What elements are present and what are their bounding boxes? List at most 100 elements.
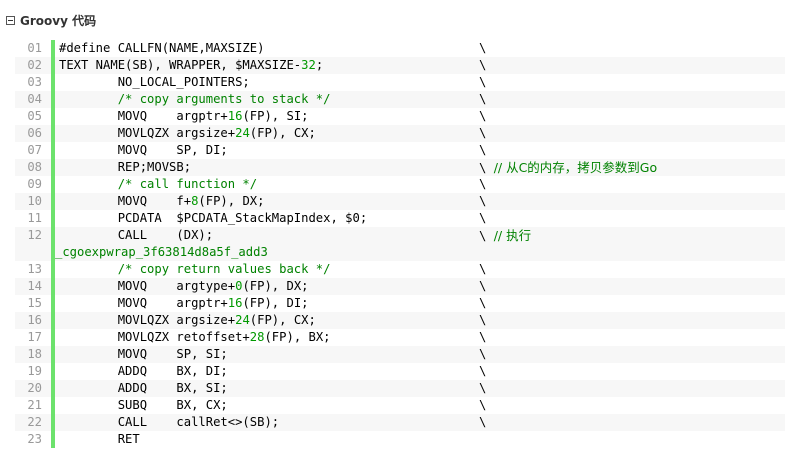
- code-line: 20 ADDQ BX, SI; \: [15, 380, 785, 397]
- line-number: 02: [15, 57, 51, 74]
- code-text: ADDQ BX, SI; \: [55, 380, 785, 397]
- code-content: MOVQ argptr+16(FP), SI;: [59, 109, 309, 123]
- code-text: MOVQ argtype+0(FP), DX; \: [55, 278, 785, 295]
- line-continuation: \: [479, 177, 487, 191]
- code-line: 06 MOVLQZX argsize+24(FP), CX; \: [15, 125, 785, 142]
- line-number: 04: [15, 91, 51, 108]
- code-text: SUBQ BX, CX; \: [55, 397, 785, 414]
- code-text: MOVQ argptr+16(FP), DI; \: [55, 295, 785, 312]
- line-number: 14: [15, 278, 51, 295]
- wrapped-code-content: _cgoexpwrap_3f63814d8a5f_add3: [55, 245, 268, 259]
- code-content: SUBQ BX, CX;: [59, 398, 228, 412]
- line-number: 15: [27, 296, 42, 310]
- code-content: MOVLQZX argsize+24(FP), CX;: [59, 126, 316, 140]
- line-continuation: \: [479, 313, 487, 327]
- line-number: 12: [15, 227, 51, 261]
- code-text: MOVLQZX retoffset+28(FP), BX; \: [55, 329, 785, 346]
- line-number: 20: [15, 380, 51, 397]
- code-line: 22 CALL callRet<>(SB); \: [15, 414, 785, 431]
- line-number: 23: [27, 432, 42, 446]
- code-header: Groovy 代码: [6, 11, 96, 29]
- code-content: REP;MOVSB;: [59, 160, 192, 174]
- code-content: CALL callRet<>(SB);: [59, 415, 280, 429]
- line-continuation: \: [479, 279, 487, 293]
- code-text: REP;MOVSB; \ // 从C的内存，拷贝参数到Go: [55, 159, 785, 176]
- code-text: /* call function */ \: [55, 176, 785, 193]
- code-text: RET: [55, 431, 785, 448]
- code-content: /* copy arguments to stack */: [59, 92, 331, 106]
- code-line: 07 MOVQ SP, DI; \: [15, 142, 785, 159]
- code-line: 18 MOVQ SP, SI; \: [15, 346, 785, 363]
- code-line: 23 RET: [15, 431, 785, 448]
- code-content: MOVQ argptr+16(FP), DI;: [59, 296, 309, 310]
- code-content: ADDQ BX, SI;: [59, 381, 228, 395]
- code-content: MOVQ f+8(FP), DX;: [59, 194, 265, 208]
- line-continuation: \ // 执行: [479, 228, 532, 243]
- code-content: ADDQ BX, DI;: [59, 364, 228, 378]
- code-content: MOVQ argtype+0(FP), DX;: [59, 279, 309, 293]
- line-continuation: \: [479, 296, 487, 310]
- code-line: 03 NO_LOCAL_POINTERS; \: [15, 74, 785, 91]
- line-number: 18: [15, 346, 51, 363]
- code-line: 09 /* call function */ \: [15, 176, 785, 193]
- line-continuation: \: [479, 109, 487, 123]
- code-content: MOVLQZX retoffset+28(FP), BX;: [59, 330, 331, 344]
- code-text: CALL callRet<>(SB); \: [55, 414, 785, 431]
- line-continuation: \: [479, 262, 487, 276]
- line-number: 08: [15, 159, 51, 176]
- line-number: 13: [27, 262, 42, 276]
- code-line: 10 MOVQ f+8(FP), DX; \: [15, 193, 785, 210]
- line-number: 11: [27, 211, 42, 225]
- line-continuation: \: [479, 381, 487, 395]
- code-line: 17 MOVLQZX retoffset+28(FP), BX; \: [15, 329, 785, 346]
- line-continuation: \: [479, 194, 487, 208]
- code-content: CALL (DX);: [59, 228, 214, 242]
- code-line: 01 #define CALLFN(NAME,MAXSIZE) \: [15, 40, 785, 57]
- line-number: 17: [27, 330, 42, 344]
- line-number: 19: [27, 364, 42, 378]
- line-number: 03: [27, 75, 42, 89]
- line-number: 09: [27, 177, 42, 191]
- code-content: MOVQ SP, SI;: [59, 347, 228, 361]
- line-number: 16: [15, 312, 51, 329]
- line-number: 21: [27, 398, 42, 412]
- line-continuation: \: [479, 58, 487, 72]
- line-continuation: \: [479, 126, 487, 140]
- line-continuation: \ // 从C的内存，拷贝参数到Go: [479, 160, 658, 175]
- code-text: MOVLQZX argsize+24(FP), CX; \: [55, 312, 785, 329]
- line-number: 07: [27, 143, 42, 157]
- code-line: 14 MOVQ argtype+0(FP), DX; \: [15, 278, 785, 295]
- code-line: 08 REP;MOVSB; \ // 从C的内存，拷贝参数到Go: [15, 159, 785, 176]
- line-continuation: \: [479, 75, 487, 89]
- code-text: MOVQ argptr+16(FP), SI; \: [55, 108, 785, 125]
- code-text: MOVLQZX argsize+24(FP), CX; \: [55, 125, 785, 142]
- line-continuation: \: [479, 415, 487, 429]
- code-text: TEXT NAME(SB), WRAPPER, $MAXSIZE-32; \: [55, 57, 785, 74]
- line-continuation: \: [479, 41, 487, 55]
- code-line: 21 SUBQ BX, CX; \: [15, 397, 785, 414]
- code-text: MOVQ f+8(FP), DX; \: [55, 193, 785, 210]
- code-line: 12 CALL (DX); \ // 执行 _cgoexpwrap_3f63814d…: [15, 227, 785, 261]
- code-content: /* call function */: [59, 177, 258, 191]
- code-text: MOVQ SP, DI; \: [55, 142, 785, 159]
- code-content: MOVLQZX argsize+24(FP), CX;: [59, 313, 316, 327]
- code-line: 02 TEXT NAME(SB), WRAPPER, $MAXSIZE-32; \: [15, 57, 785, 74]
- line-continuation: \: [479, 398, 487, 412]
- code-text: CALL (DX); \ // 执行 _cgoexpwrap_3f63814d8a5…: [55, 227, 785, 261]
- code-line: 05 MOVQ argptr+16(FP), SI; \: [15, 108, 785, 125]
- line-continuation: \: [479, 143, 487, 157]
- line-number: 22: [15, 414, 51, 431]
- code-content: NO_LOCAL_POINTERS;: [59, 75, 250, 89]
- code-content: MOVQ SP, DI;: [59, 143, 228, 157]
- code-content: /* copy return values back */: [59, 262, 331, 276]
- line-continuation: \: [479, 330, 487, 344]
- code-line: 13 /* copy return values back */ \: [15, 261, 785, 278]
- collapse-toggle-icon[interactable]: [6, 15, 15, 25]
- line-continuation: \: [479, 211, 487, 225]
- line-number: 01: [27, 41, 42, 55]
- code-text: PCDATA $PCDATA_StackMapIndex, $0; \: [55, 210, 785, 227]
- code-text: #define CALLFN(NAME,MAXSIZE) \: [55, 40, 785, 57]
- line-continuation: \: [479, 347, 487, 361]
- code-line: 11 PCDATA $PCDATA_StackMapIndex, $0; \: [15, 210, 785, 227]
- code-content: #define CALLFN(NAME,MAXSIZE): [59, 41, 265, 55]
